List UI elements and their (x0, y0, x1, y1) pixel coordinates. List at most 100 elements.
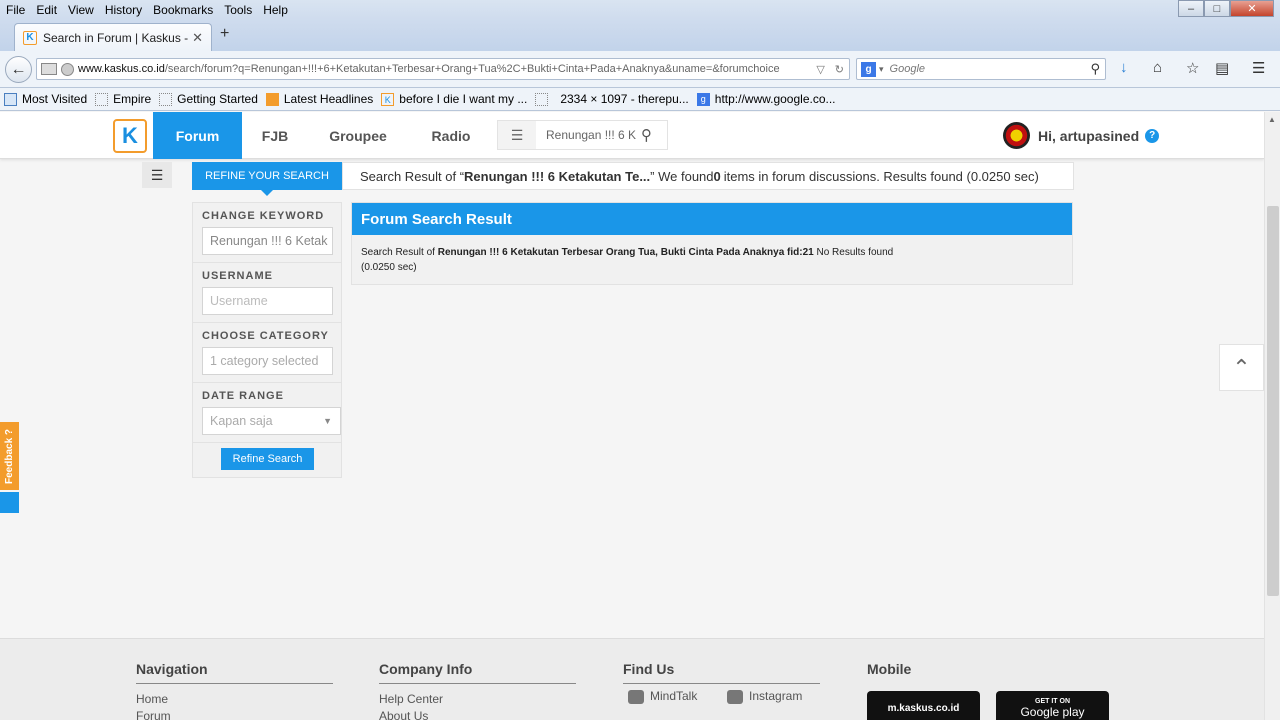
bookmark-image[interactable]: 2334 × 1097 - therepu... (535, 92, 689, 106)
star-bookmark-icon[interactable]: ☆ (1186, 59, 1199, 77)
dropdown-arrow-icon[interactable]: ▽ (811, 63, 829, 76)
refine-sidebar: CHANGE KEYWORD Renungan !!! 6 Ketak USER… (192, 202, 342, 478)
kaskus-favicon-icon: K (23, 30, 37, 45)
scrollbar-thumb[interactable] (1267, 206, 1279, 596)
bookmark-before-i-die[interactable]: Kbefore I die I want my ... (381, 92, 527, 106)
maximize-icon[interactable]: □ (1204, 0, 1230, 17)
bookmark-folder-icon (4, 92, 17, 106)
username-input[interactable]: Username (202, 287, 333, 315)
download-icon[interactable]: ↓ (1120, 59, 1128, 76)
hamburger-menu-icon[interactable]: ☰ (1252, 59, 1265, 77)
new-tab-icon[interactable]: + (220, 25, 229, 43)
help-icon[interactable]: ? (1145, 128, 1160, 143)
instagram-icon (727, 689, 743, 704)
avatar[interactable] (1003, 122, 1030, 149)
footer-link-help[interactable]: Help Center (379, 691, 576, 708)
bookmark-latest-headlines[interactable]: Latest Headlines (265, 92, 373, 106)
blank-page-icon (159, 92, 173, 106)
chevron-up-icon: ⌃ (1232, 354, 1251, 380)
back-button[interactable]: ← (5, 56, 32, 83)
tab-title: Search in Forum | Kaskus - ... (43, 30, 193, 45)
category-select[interactable]: 1 category selected (202, 347, 333, 375)
footer-nav-title: Navigation (136, 661, 333, 684)
keyword-input[interactable]: Renungan !!! 6 Ketak (202, 227, 333, 255)
google-play-badge[interactable]: GET IT ON Google play (996, 691, 1109, 720)
mobile-site-badge[interactable]: m.kaskus.co.id (867, 691, 980, 720)
nav-radio[interactable]: Radio (408, 112, 494, 159)
menu-bookmarks[interactable]: Bookmarks (147, 3, 218, 17)
feedback-icon[interactable] (0, 492, 19, 513)
user-menu[interactable]: Hi, artupasined ? (1003, 122, 1160, 149)
footer-link-forum[interactable]: Forum (136, 708, 333, 720)
home-icon[interactable]: ⌂ (1153, 59, 1162, 76)
footer-link-mindtalk[interactable]: MindTalk (628, 688, 697, 705)
bookmark-most-visited[interactable]: Most Visited (4, 92, 87, 106)
footer-company: Company Info Help Center About Us (379, 661, 576, 720)
clipboard-icon[interactable]: ▤ (1215, 59, 1229, 77)
bookmark-empire[interactable]: Empire (95, 92, 151, 106)
refine-search-button[interactable]: Refine Search (221, 448, 314, 470)
kaskus-search-input[interactable]: Renungan !!! 6 K (536, 128, 641, 142)
web-search-bar[interactable]: g ▾ Google ⚲ (856, 58, 1106, 80)
page-content: K Forum FJB Groupee Radio ☰ Renungan !!!… (0, 112, 1264, 720)
search-icon[interactable]: ⚲ (1090, 61, 1105, 77)
close-tab-icon[interactable]: ✕ (192, 30, 203, 46)
sidebar-toggle-icon[interactable]: ☰ (142, 162, 172, 188)
reload-icon[interactable]: ↻ (830, 63, 849, 76)
search-summary: Search Result of “Renungan !!! 6 Ketakut… (342, 162, 1074, 190)
menu-view[interactable]: View (62, 3, 99, 17)
globe-icon (61, 62, 74, 76)
refine-search-tab[interactable]: REFINE YOUR SEARCH (192, 162, 342, 196)
footer-link-home[interactable]: Home (136, 691, 333, 708)
rss-icon (265, 92, 279, 106)
bookmark-getting-started[interactable]: Getting Started (159, 92, 258, 106)
keyword-group: CHANGE KEYWORD Renungan !!! 6 Ketak (193, 203, 341, 263)
back-arrow-icon: ← (10, 60, 27, 78)
category-group: CHOOSE CATEGORY 1 category selected (193, 323, 341, 383)
footer-find-title: Find Us (623, 661, 820, 684)
google-engine-icon[interactable]: g (861, 61, 876, 77)
footer-link-about[interactable]: About Us (379, 708, 576, 720)
username-group: USERNAME Username (193, 263, 341, 323)
user-greeting[interactable]: Hi, artupasined (1038, 128, 1139, 144)
nav-groupee[interactable]: Groupee (308, 112, 408, 159)
blank-page-icon (95, 92, 109, 106)
feedback-tab[interactable]: Feedback ? (0, 422, 19, 490)
footer: Navigation Home Forum Company Info Help … (0, 638, 1264, 720)
footer-mobile: Mobile (867, 661, 1064, 690)
nav-forum[interactable]: Forum (153, 112, 242, 159)
list-icon[interactable]: ☰ (498, 121, 536, 149)
bookmarks-bar: Most Visited Empire Getting Started Late… (0, 88, 1280, 111)
url-text: www.kaskus.co.id/search/forum?q=Renungan… (78, 63, 780, 75)
url-bar[interactable]: www.kaskus.co.id/search/forum?q=Renungan… (36, 58, 850, 80)
result-title: Forum Search Result (352, 203, 1072, 235)
google-icon: g (696, 92, 710, 106)
date-range-select[interactable]: Kapan saja ▼ (202, 407, 341, 435)
scroll-up-icon[interactable]: ▲ (1268, 115, 1276, 124)
minimize-icon[interactable]: – (1178, 0, 1204, 17)
web-search-placeholder: Google (889, 63, 926, 75)
kaskus-header: K Forum FJB Groupee Radio ☰ Renungan !!!… (0, 112, 1264, 159)
kaskus-search-box[interactable]: ☰ Renungan !!! 6 K ⚲ (497, 120, 668, 150)
footer-navigation: Navigation Home Forum (136, 661, 333, 720)
date-label: DATE RANGE (202, 390, 284, 402)
footer-link-instagram[interactable]: Instagram (727, 688, 802, 705)
menu-tools[interactable]: Tools (218, 3, 257, 17)
scroll-to-top-button[interactable]: ⌃ (1219, 344, 1264, 391)
menu-help[interactable]: Help (257, 3, 293, 17)
footer-company-title: Company Info (379, 661, 576, 684)
menu-edit[interactable]: Edit (30, 3, 62, 17)
menu-file[interactable]: File (0, 3, 30, 17)
search-icon[interactable]: ⚲ (641, 126, 667, 144)
page-scrollbar[interactable]: ▲ (1264, 112, 1280, 720)
footer-find-us: Find Us MindTalk Instagram (623, 661, 820, 704)
bookmark-google[interactable]: g http://www.google.co... (696, 92, 836, 106)
date-group: DATE RANGE Kapan saja ▼ (193, 383, 341, 443)
blank-page-icon (535, 92, 549, 106)
nav-fjb[interactable]: FJB (242, 112, 308, 159)
close-window-icon[interactable]: ✕ (1230, 0, 1274, 17)
chevron-down-icon: ▼ (323, 416, 332, 426)
kaskus-logo-icon[interactable]: K (113, 119, 147, 153)
browser-tab[interactable]: K Search in Forum | Kaskus - ... ✕ (14, 23, 212, 51)
menu-history[interactable]: History (99, 3, 147, 17)
